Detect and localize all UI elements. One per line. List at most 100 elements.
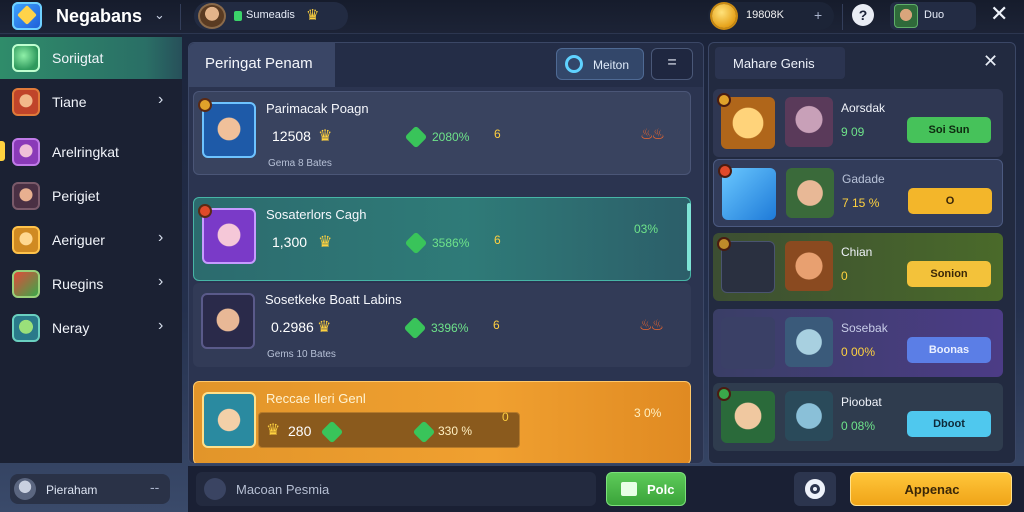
avatar <box>14 478 36 500</box>
sidebar-item-label: Perigiet <box>52 188 100 204</box>
row-bonus: 0 <box>502 410 509 424</box>
gem-icon <box>404 231 428 255</box>
help-icon[interactable]: ? <box>852 4 874 26</box>
active-marker <box>0 141 5 161</box>
sidebar-item-ruegins[interactable]: Ruegins › <box>0 263 182 305</box>
reward-card[interactable]: Aorsdak 9 09 Soi Sun <box>713 89 1003 157</box>
close-icon[interactable]: ✕ <box>983 51 998 72</box>
right-panel: Mahare Genis ✕ Aorsdak 9 09 Soi Sun Gada… <box>708 42 1016 464</box>
profile-name: Duo <box>924 9 945 21</box>
crown-icon: ♛ <box>317 319 332 336</box>
crown-icon: ♛ <box>318 128 333 145</box>
hero-portrait <box>785 97 833 147</box>
approve-button[interactable]: Appenac <box>850 472 1012 506</box>
action-button[interactable]: Boonas <box>907 337 991 363</box>
coin-balance[interactable]: 19808K + <box>708 2 834 30</box>
app-title: Negabans <box>56 6 143 26</box>
sidebar-item-aeriguer[interactable]: Aeriguer › <box>0 219 182 261</box>
chat-input[interactable] <box>236 480 576 498</box>
chat-field[interactable] <box>196 472 596 506</box>
play-button[interactable]: Polc <box>606 472 686 506</box>
row-stat: 330 % <box>438 424 473 438</box>
reward-card[interactable]: Gadade 7 15 % O <box>713 159 1003 227</box>
coin-value: 19808K <box>746 9 784 21</box>
crown-icon: ♛ <box>266 422 281 439</box>
top-bar: Negabans ⌄ Sumeadis ♛ 19808K + ? Duo ✕ <box>0 0 1024 34</box>
more-icon[interactable]: -- <box>150 479 159 495</box>
reward-card[interactable]: Sosebak 0 00% Boonas <box>713 309 1003 377</box>
gem-icon <box>404 125 428 149</box>
row-bonus: 6 <box>494 233 501 247</box>
chevron-right-icon: › <box>158 317 164 334</box>
menu-button[interactable]: = <box>651 48 693 80</box>
action-button[interactable]: Dboot <box>907 411 991 437</box>
lion-icon <box>12 226 40 254</box>
bottom-bar: Polc Appenac <box>188 466 1024 512</box>
row-amount: 1,300 <box>272 234 308 250</box>
sidebar-item-tiane[interactable]: Tiane › <box>0 81 182 123</box>
sidebar-item-label: Ruegins <box>52 276 104 292</box>
hero-portrait <box>201 293 255 349</box>
row-subtitle: Gems 10 Bates <box>267 349 336 360</box>
claim-button[interactable]: Soi Sun <box>907 117 991 143</box>
chevron-right-icon: › <box>158 229 164 246</box>
tab-mahare-genis[interactable]: Mahare Genis <box>715 47 845 79</box>
action-button[interactable]: Sonion <box>907 261 991 287</box>
row-right-stat: 03% <box>634 222 659 236</box>
tab-peringat-penam[interactable]: Peringat Penam <box>189 43 335 87</box>
warrior-icon <box>12 88 40 116</box>
settings-button[interactable] <box>794 472 836 506</box>
chat-icon <box>204 478 226 500</box>
hero-portrait <box>202 102 256 158</box>
list-item[interactable]: Reccae Ileri Genl ♛ 280 330 % 0 3 0% <box>193 381 691 463</box>
play-button-label: Polc <box>647 482 675 497</box>
sidebar-item-label: Soriigtat <box>52 50 104 66</box>
card-value: 0 08% <box>841 419 876 433</box>
player-avatar <box>198 3 226 29</box>
tab-label: Peringat Penam <box>205 55 313 72</box>
sidebar-item-arelringkat[interactable]: Arelringkat <box>0 131 182 173</box>
divider <box>180 4 181 30</box>
scrollbar-thumb[interactable] <box>687 203 691 271</box>
sidebar-item-label: Tiane <box>52 94 87 110</box>
row-stat: 2080% <box>432 130 470 144</box>
rank-badge-icon <box>198 204 212 218</box>
reward-card[interactable]: Pioobat 0 08% Dboot <box>713 383 1003 451</box>
sidebar-footer-label: Pieraham <box>46 483 98 497</box>
sidebar-item-neray[interactable]: Neray › <box>0 307 182 349</box>
hero-portrait <box>786 168 834 218</box>
chevron-down-icon[interactable]: ⌄ <box>154 7 165 23</box>
rank-badge-icon <box>717 237 731 251</box>
list-item[interactable]: Sosaterlors Cagh 1,300 ♛ 3586% 6 03% <box>193 197 691 281</box>
profile-chip[interactable]: Duo <box>890 2 976 30</box>
sidebar-item-soriigtat[interactable]: Soriigtat <box>0 37 182 79</box>
app-logo-icon[interactable] <box>12 2 42 30</box>
filter-button-label: Meiton <box>593 58 630 72</box>
rank-badge-icon <box>717 93 731 107</box>
item-thumbnail <box>721 317 775 369</box>
gear-icon <box>805 479 825 499</box>
action-button[interactable]: O <box>908 188 992 214</box>
sidebar-item-label: Aeriguer <box>52 232 105 248</box>
filter-button[interactable]: Meiton <box>556 48 644 80</box>
add-coins-button[interactable]: + <box>814 7 822 23</box>
hero-portrait <box>785 391 833 441</box>
rank-badge-icon <box>717 387 731 401</box>
list-item[interactable]: Parimacak Poagn 12508 ♛ 2080% 6 Gema 8 B… <box>193 91 691 175</box>
row-title: Sosetkeke Boatt Labins <box>265 292 402 307</box>
hero-portrait <box>785 317 833 367</box>
player-chip[interactable]: Sumeadis ♛ <box>194 2 348 30</box>
goblin-icon <box>12 314 40 342</box>
close-icon[interactable]: ✕ <box>990 2 1008 26</box>
hero-portrait <box>785 241 833 291</box>
list-item[interactable]: Sosetkeke Boatt Labins 0.2986 ♛ 3396% 6 … <box>193 283 691 367</box>
sidebar-item-perigiet[interactable]: Perigiet <box>0 175 182 217</box>
crown-icon: ♛ <box>306 7 320 24</box>
rogue-icon <box>12 182 40 210</box>
reward-card[interactable]: Chian 0 Sonion <box>713 233 1003 301</box>
bag-icon <box>621 482 637 496</box>
sidebar-footer-profile[interactable]: Pieraham -- <box>10 474 170 504</box>
scroll-icon <box>12 270 40 298</box>
card-name: Sosebak <box>841 321 888 335</box>
flame-icon: ♨♨ <box>640 126 665 143</box>
